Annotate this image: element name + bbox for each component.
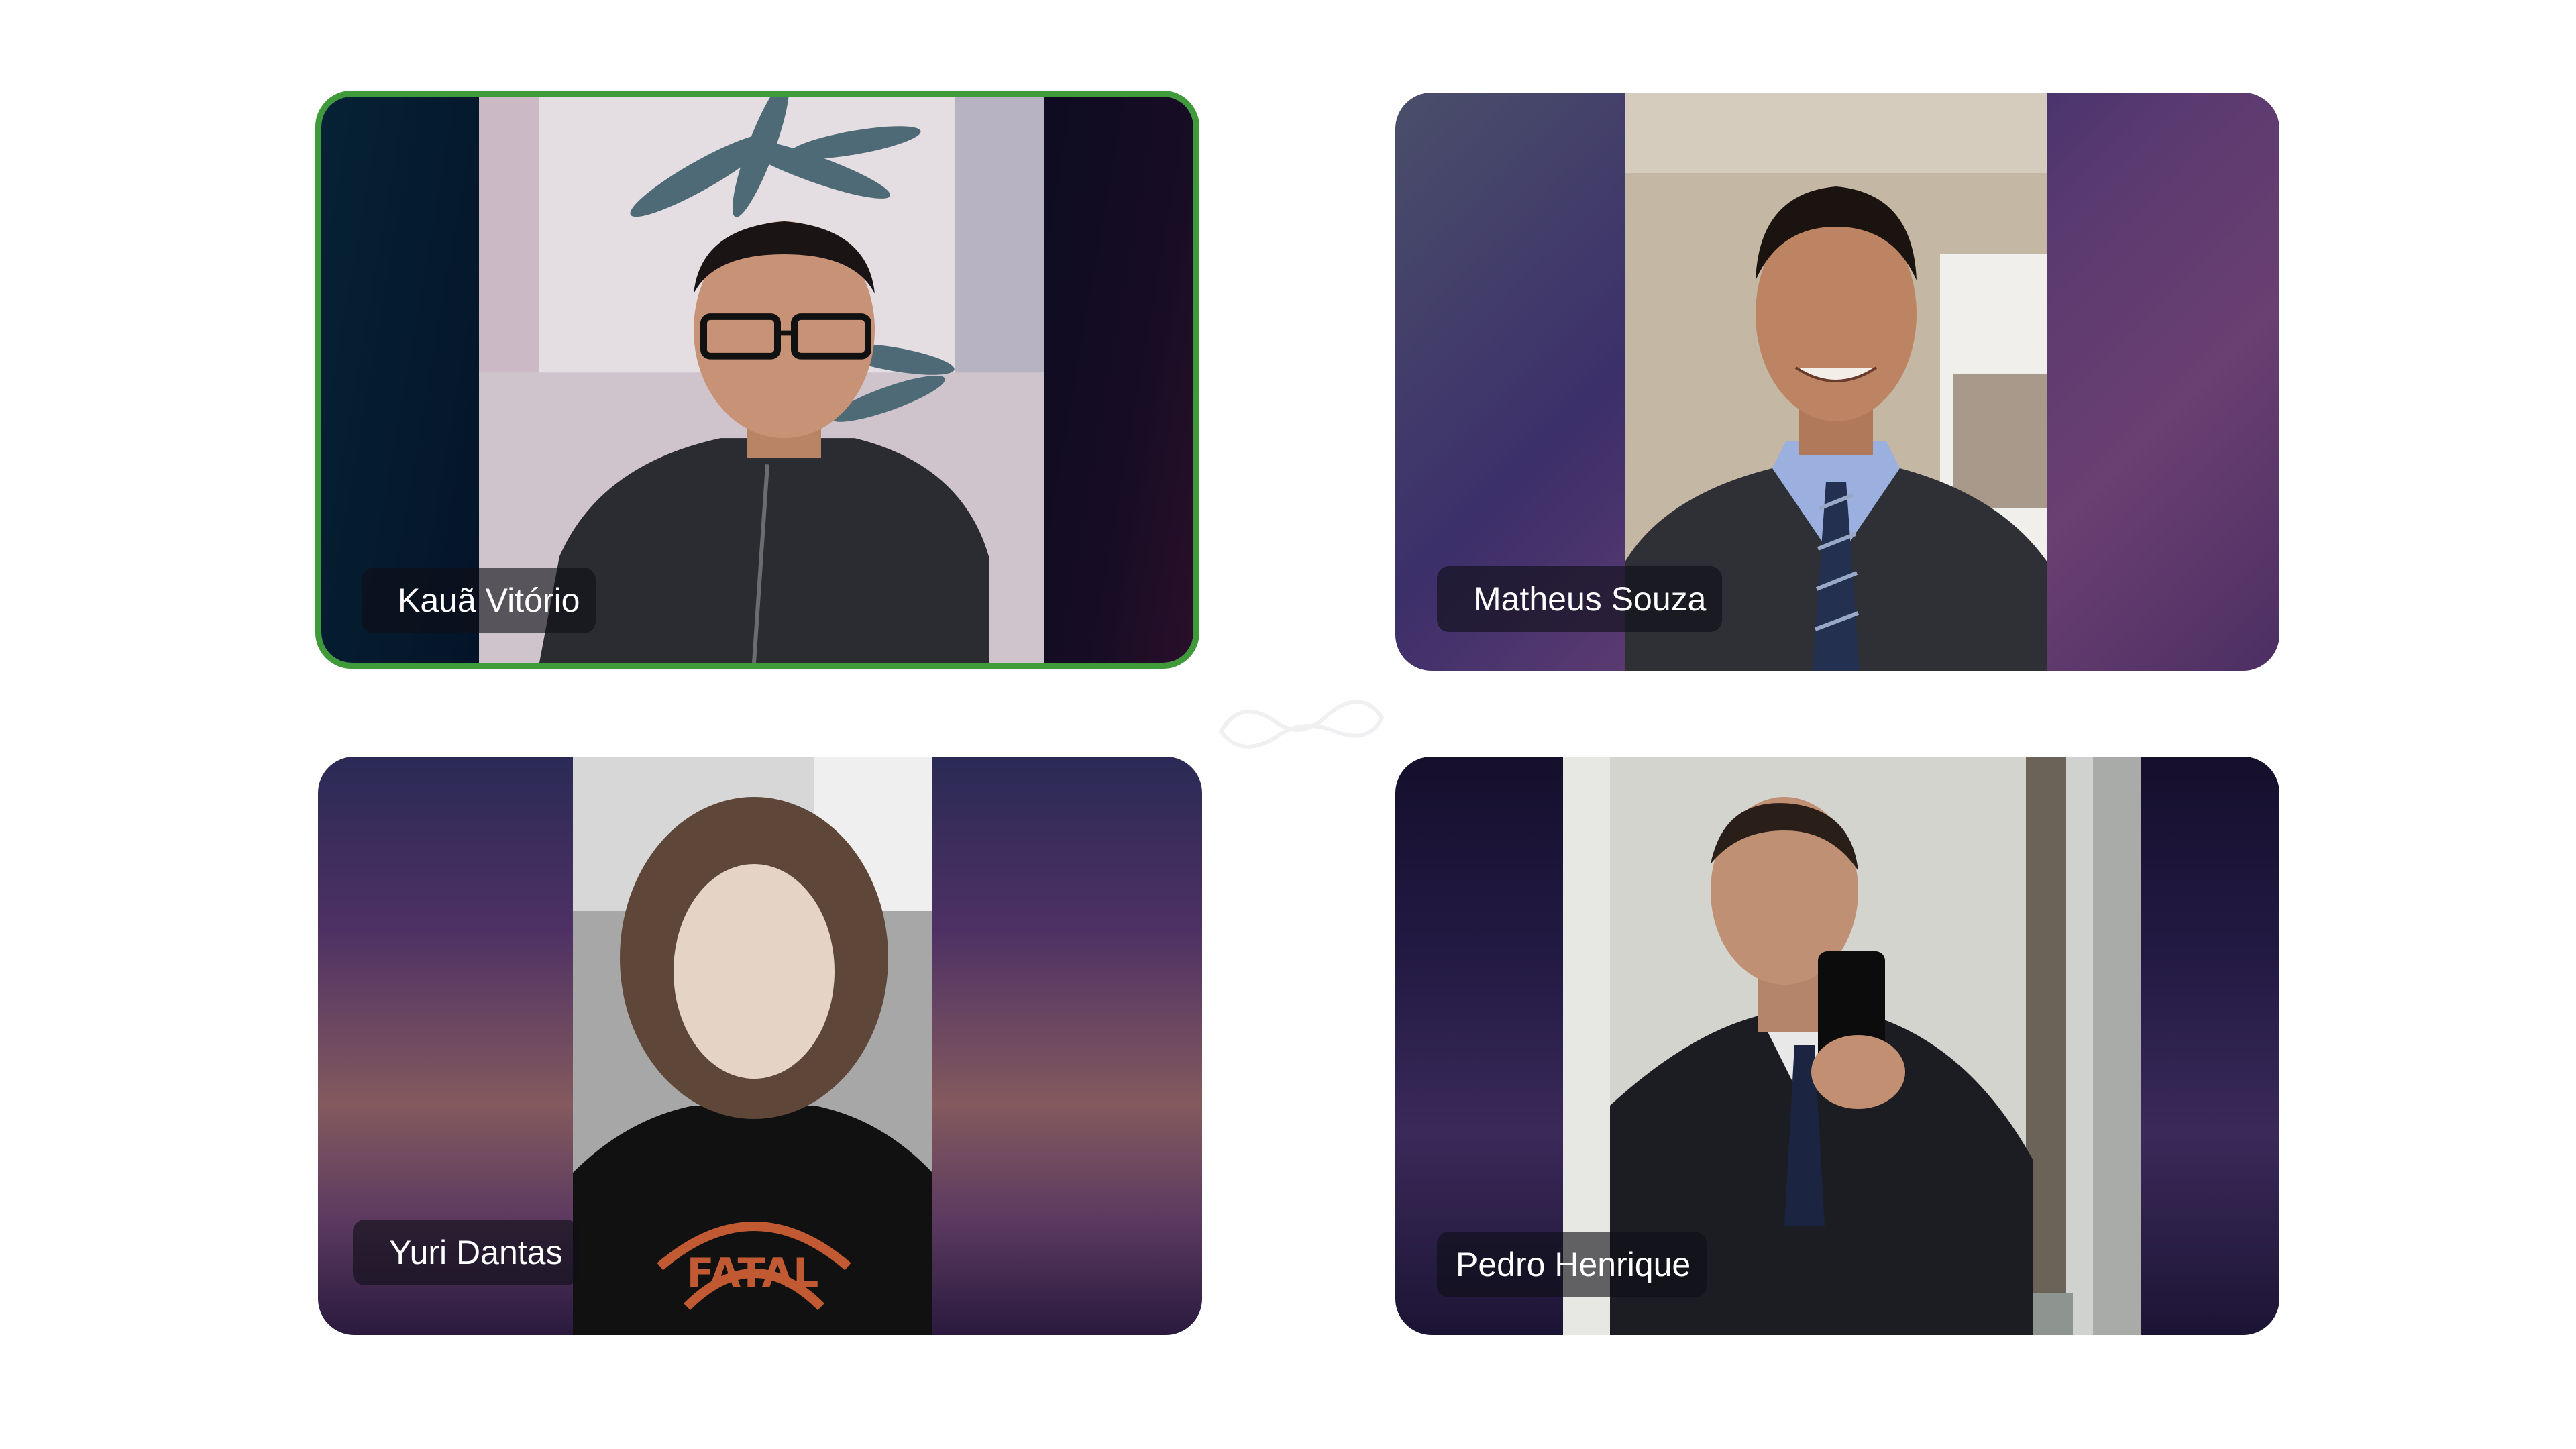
participant-tile-pedro[interactable]: Pedro Henrique <box>1395 757 2279 1335</box>
participant-tile-yuri[interactable]: FATAL Yuri Dantas <box>318 757 1202 1335</box>
infinity-logo-icon <box>1218 700 1385 749</box>
participant-video: FATAL <box>573 757 932 1335</box>
participant-tile-matheus[interactable]: Matheus Souza <box>1395 93 2279 671</box>
participant-tile-kaua[interactable]: Kauã Vitório <box>315 91 1199 669</box>
svg-text:FATAL: FATAL <box>687 1250 819 1297</box>
participant-name-label: Pedro Henrique <box>1437 1232 1707 1297</box>
participant-name-label: Yuri Dantas <box>353 1220 579 1285</box>
participant-name-label: Matheus Souza <box>1437 566 1723 632</box>
video-call-grid: Kauã Vitório Matheus Souza FATAL Yuri Da… <box>0 0 2576 1449</box>
participant-name-label: Kauã Vitório <box>362 568 596 633</box>
